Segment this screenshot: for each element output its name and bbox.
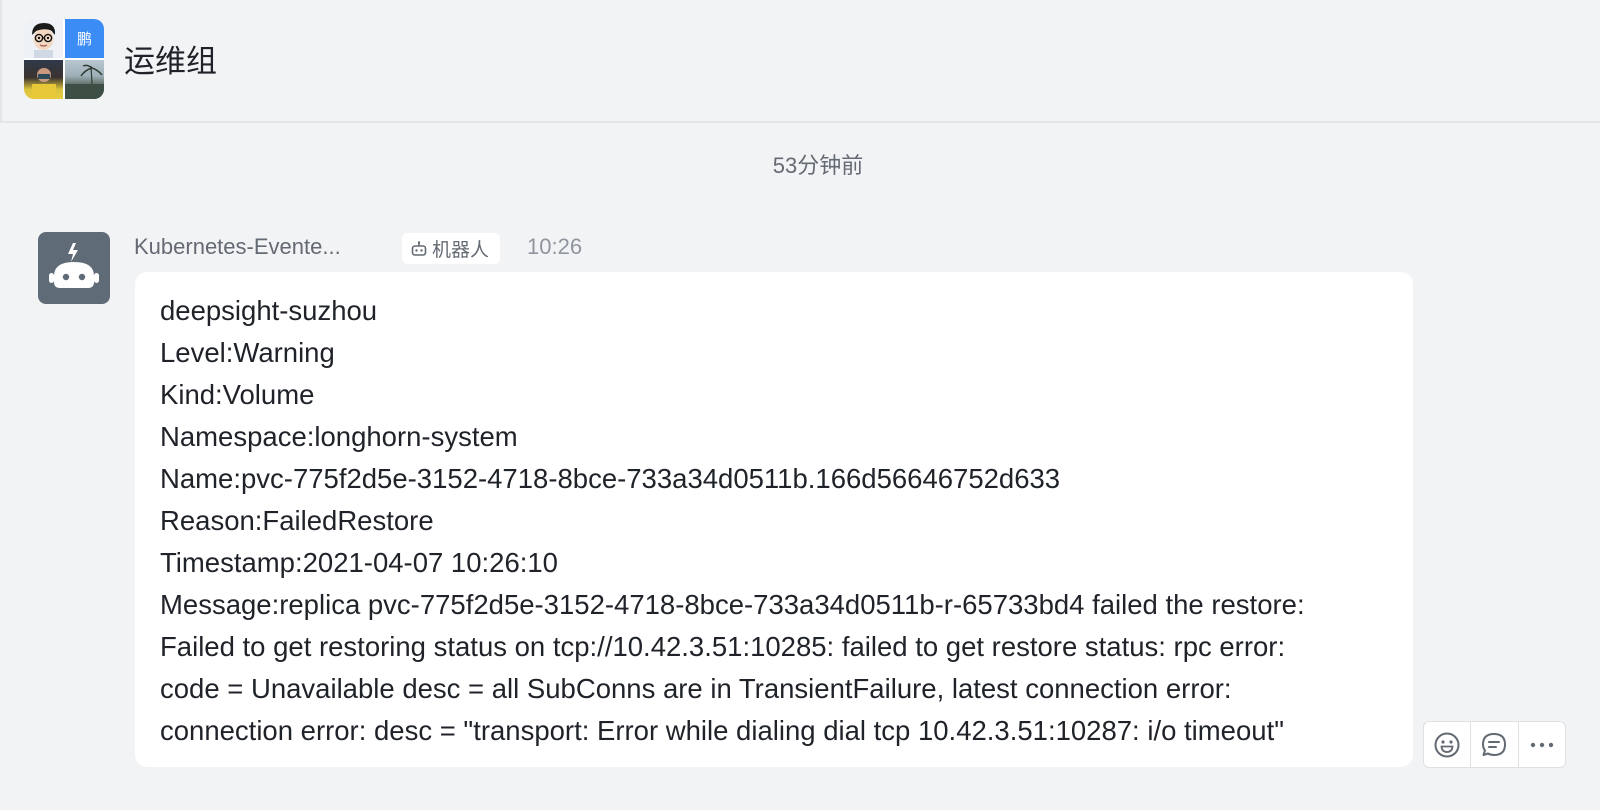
group-avatar[interactable]: 鹏: [24, 19, 104, 99]
message-line-reason: Reason:FailedRestore: [160, 505, 434, 536]
sender-name[interactable]: Kubernetes-Evente...: [134, 234, 341, 260]
reply-icon: [1482, 732, 1507, 756]
message-line-cluster: deepsight-suzhou: [160, 295, 378, 326]
member-avatar-text: 鹏: [65, 19, 104, 58]
bot-badge: 机器人: [402, 233, 500, 264]
emoji-reaction-button[interactable]: [1424, 722, 1472, 767]
emoji-reaction-icon: [1434, 732, 1460, 757]
robot-badge-icon: [411, 240, 427, 256]
message-line-message-cont: code = Unavailable desc = all SubConns a…: [160, 673, 1232, 704]
bot-badge-label: 机器人: [432, 239, 490, 261]
more-icon: [1530, 742, 1554, 747]
message-line-message-cont: Failed to get restoring status on tcp://…: [160, 631, 1286, 662]
member-avatar-landscape: [65, 60, 104, 99]
message-line-message: Message:replica pvc-775f2d5e-3152-4718-8…: [160, 589, 1305, 620]
chat-title: 运维组: [124, 44, 217, 80]
bot-avatar[interactable]: [38, 232, 110, 304]
reply-button[interactable]: [1471, 722, 1519, 767]
time-divider: 53分钟前: [772, 153, 864, 178]
more-button[interactable]: [1519, 722, 1565, 767]
avatar-initial: 鹏: [76, 31, 92, 48]
member-avatar-photo: [24, 60, 63, 99]
chat-header: 鹏 运维组: [0, 0, 1600, 123]
message-line-name: Name:pvc-775f2d5e-3152-4718-8bce-733a34d…: [160, 463, 1061, 494]
message-line-timestamp: Timestamp:2021-04-07 10:26:10: [160, 547, 558, 578]
member-avatar-cartoon: [24, 19, 63, 58]
robot-icon: [49, 243, 99, 288]
message-line-namespace: Namespace:longhorn-system: [160, 421, 518, 452]
message-time: 10:26: [527, 234, 583, 259]
message-line-message-cont: connection error: desc = "transport: Err…: [160, 715, 1284, 746]
message-line-kind: Kind:Volume: [160, 379, 315, 410]
message-bubble[interactable]: deepsight-suzhou Level:Warning Kind:Volu…: [135, 272, 1413, 767]
message-actions: [1423, 721, 1566, 768]
message-line-level: Level:Warning: [160, 337, 335, 368]
